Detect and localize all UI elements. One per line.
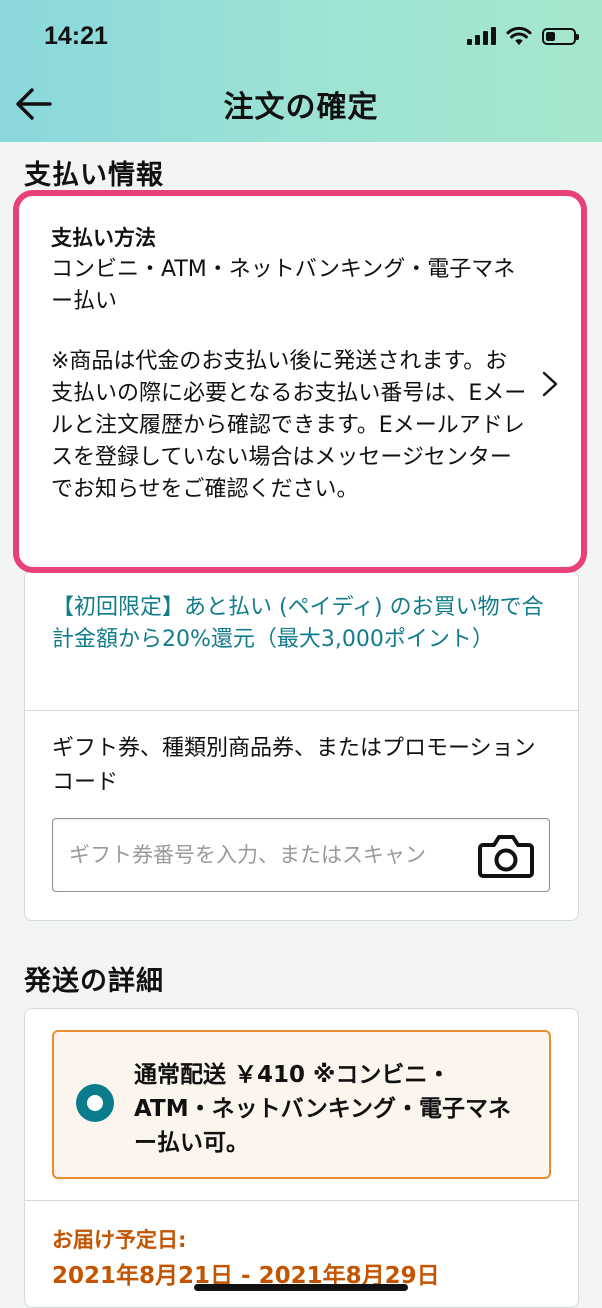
payment-method-card[interactable]: 支払い方法 コンビニ・ATM・ネットバンキング・電子マネー払い ※商品は代金のお… — [13, 190, 587, 573]
battery-icon — [542, 27, 579, 45]
chevron-right-icon — [542, 371, 558, 397]
shipping-section-title: 発送の詳細 — [24, 966, 164, 997]
paidy-promo-link[interactable]: 【初回限定】あと払い (ペイディ) のお買い物で合計金額から20%還元（最大3,… — [52, 592, 552, 656]
divider — [24, 1200, 579, 1201]
shipping-option-label: 通常配送 ￥410 ※コンビニ・ATM・ネットバンキング・電子マネー払い可。 — [134, 1062, 512, 1156]
gift-code-field — [52, 818, 550, 892]
gift-code-input[interactable] — [69, 837, 431, 873]
home-indicator — [194, 1284, 408, 1291]
payment-method-label: 支払い方法 — [51, 226, 156, 250]
payment-method-note: ※商品は代金のお支払い後に発送されます。お支払いの際に必要となるお支払い番号は、… — [51, 349, 527, 502]
status-time: 14:21 — [44, 22, 108, 50]
divider — [24, 710, 579, 711]
payment-section-title: 支払い情報 — [24, 160, 164, 191]
gift-code-label: ギフト券、種類別商品券、またはプロモーションコード — [52, 736, 536, 795]
status-icons — [467, 26, 579, 46]
delivery-estimate-label: お届け予定日: — [52, 1228, 187, 1252]
page-title: 注文の確定 — [223, 90, 379, 125]
radio-selected-icon[interactable] — [76, 1084, 114, 1122]
camera-icon[interactable] — [477, 833, 535, 879]
shipping-option-standard[interactable]: 通常配送 ￥410 ※コンビニ・ATM・ネットバンキング・電子マネー払い可。 — [52, 1030, 551, 1179]
payment-method-value: コンビニ・ATM・ネットバンキング・電子マネー払い — [51, 257, 516, 314]
cellular-signal-icon — [467, 27, 496, 45]
wifi-icon — [506, 26, 532, 45]
app-header: 14:21 注文の確定 — [0, 0, 602, 142]
